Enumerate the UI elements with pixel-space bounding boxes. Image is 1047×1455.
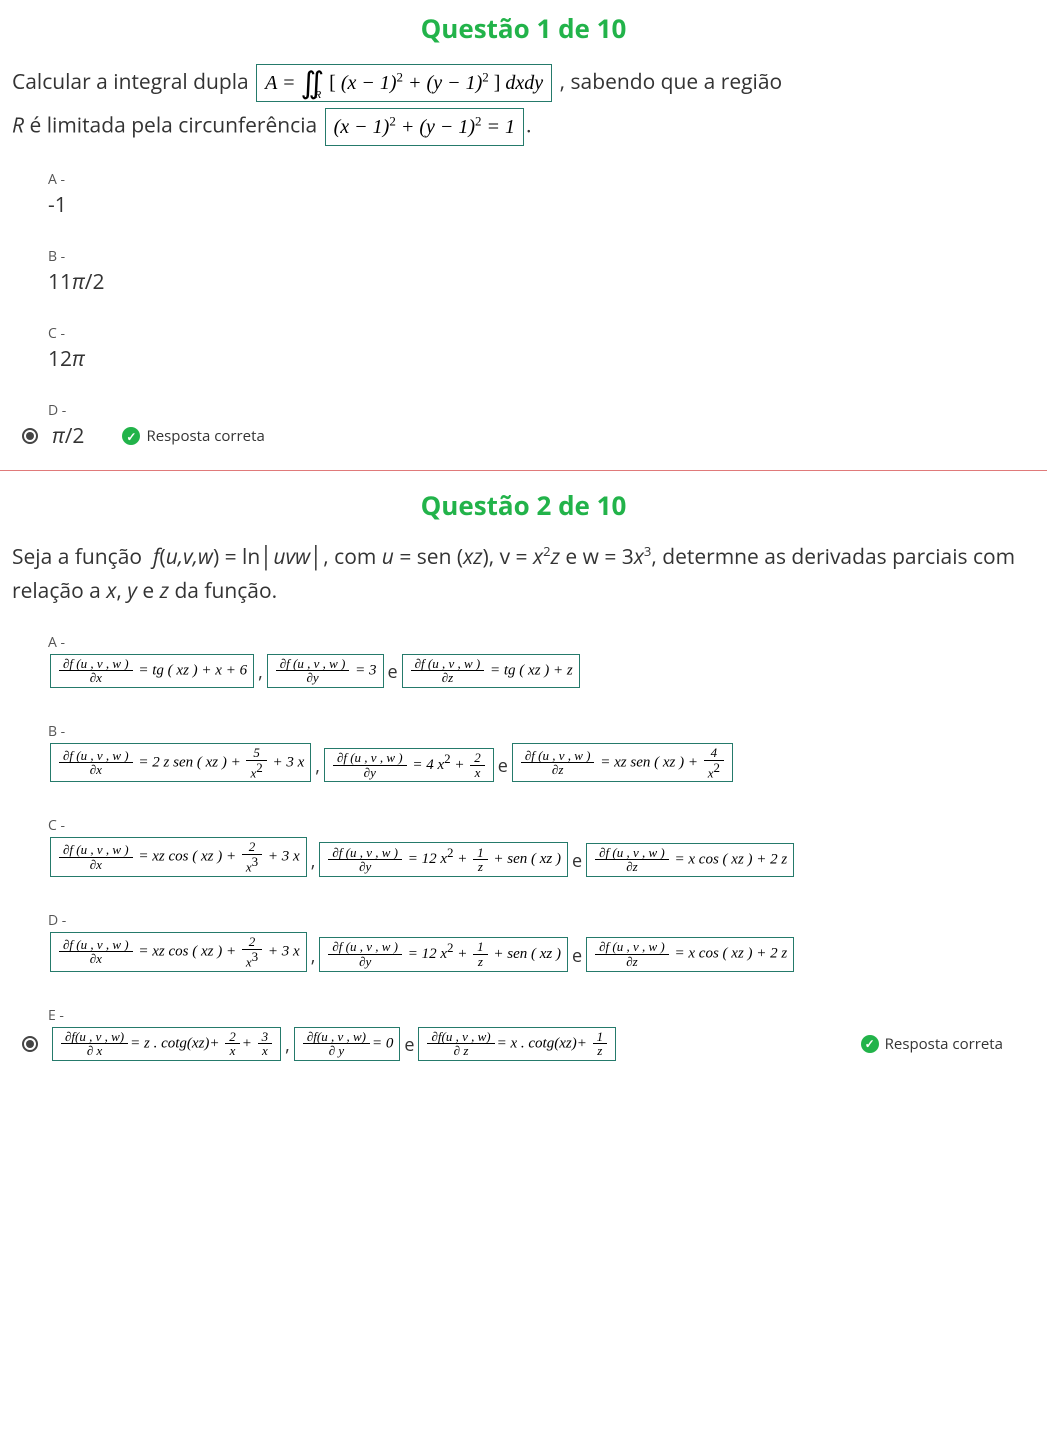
joiner-comma: , xyxy=(283,1033,292,1061)
option-letter: B - xyxy=(48,247,1013,266)
option-letter: E - xyxy=(48,1006,1013,1025)
joiner-comma: , xyxy=(313,754,322,782)
q1-options: A - -1 B - 11π/2 C - 12π D - π/2 ✓ Respo… xyxy=(0,160,1047,466)
q1-integral-box: A = ∬R [ (x − 1)2 + (y − 1)2 ] dxdy xyxy=(256,64,552,102)
eq-box: ∂f (u , v , w )∂x = xz cos ( xz ) + 2x3 … xyxy=(50,932,307,972)
q1-option-A[interactable]: A - -1 xyxy=(48,170,1013,219)
eq-box: ∂f (u , v , w )∂x = 2 z sen ( xz ) + 5x2… xyxy=(50,743,311,783)
eq-box: ∂f (u , v , w )∂y = 12 x2 + 1z + sen ( x… xyxy=(319,937,568,972)
joiner-e: e xyxy=(570,944,584,972)
question-separator xyxy=(0,470,1047,471)
option-letter: A - xyxy=(48,170,1013,189)
q2-option-C[interactable]: C - ∂f (u , v , w )∂x = xz cos ( xz ) + … xyxy=(48,816,1013,877)
question-1-title: Questão 1 de 10 xyxy=(0,0,1047,64)
radio-selected-icon[interactable] xyxy=(22,1036,38,1052)
eq-box: ∂f (u , v , w )∂y = 3 xyxy=(267,654,384,688)
correct-label: Resposta correta xyxy=(146,426,264,446)
check-icon: ✓ xyxy=(122,427,140,445)
q2-option-B[interactable]: B - ∂f (u , v , w )∂x = 2 z sen ( xz ) +… xyxy=(48,722,1013,783)
q1-prompt-pre: Calcular a integral dupla xyxy=(12,68,254,96)
eq-box: ∂f (u , v , w )∂y = 12 x2 + 1z + sen ( x… xyxy=(319,842,568,877)
option-value: π/2 xyxy=(52,422,84,450)
option-letter: B - xyxy=(48,722,1013,741)
eq-box: ∂f (u , v , w )∂z = x cos ( xz ) + 2 z xyxy=(586,937,794,971)
question-1-prompt: Calcular a integral dupla A = ∬R [ (x − … xyxy=(0,64,1047,160)
eq-box: ∂f (u , v , w )∂z = tg ( xz ) + z xyxy=(402,654,580,688)
option-letter: D - xyxy=(48,401,1013,420)
question-2-prompt: Seja a função f(u,v,w) = ln│uvw│, com u … xyxy=(0,541,1047,622)
check-icon: ✓ xyxy=(861,1035,879,1053)
joiner-comma: , xyxy=(256,660,265,688)
joiner-e: e xyxy=(570,849,584,877)
option-letter: C - xyxy=(48,324,1013,343)
question-2-title: Questão 2 de 10 xyxy=(0,477,1047,541)
eq-box: ∂f (u , v , w )∂z = xz sen ( xz ) + 4x2 xyxy=(512,743,733,783)
eq-box: ∂f(u , v , w)∂ z= x . cotg(xz)+ 1z xyxy=(418,1027,616,1061)
q1-prompt-post: , sabendo que a região xyxy=(560,68,783,96)
q2-option-A[interactable]: A - ∂f (u , v , w )∂x = tg ( xz ) + x + … xyxy=(48,633,1013,688)
q1-line2-post: . xyxy=(526,112,532,140)
correct-answer-badge: ✓ Resposta correta xyxy=(122,426,264,446)
eq-box: ∂f (u , v , w )∂x = tg ( xz ) + x + 6 xyxy=(50,654,254,688)
option-value: 11π/2 xyxy=(48,268,1013,296)
q1-option-B[interactable]: B - 11π/2 xyxy=(48,247,1013,296)
eq-box: ∂f (u , v , w )∂z = x cos ( xz ) + 2 z xyxy=(586,843,794,877)
q2-options: A - ∂f (u , v , w )∂x = tg ( xz ) + x + … xyxy=(0,623,1047,1081)
q1-option-C[interactable]: C - 12π xyxy=(48,324,1013,373)
option-letter: D - xyxy=(48,911,1013,930)
joiner-comma: , xyxy=(309,944,318,972)
eq-box: ∂f(u , v , w)∂ y= 0 xyxy=(294,1027,401,1061)
joiner-e: e xyxy=(496,754,510,782)
q1-circle-box: (x − 1)2 + (y − 1)2 = 1 xyxy=(325,108,524,146)
joiner-e: e xyxy=(402,1033,416,1061)
q2-option-D[interactable]: D - ∂f (u , v , w )∂x = xz cos ( xz ) + … xyxy=(48,911,1013,972)
option-value: 12π xyxy=(48,345,1013,373)
option-letter: A - xyxy=(48,633,1013,652)
option-letter: C - xyxy=(48,816,1013,835)
correct-answer-badge: ✓ Resposta correta xyxy=(861,1034,1003,1054)
correct-label: Resposta correta xyxy=(885,1034,1003,1054)
option-value: -1 xyxy=(48,191,1013,219)
eq-box: ∂f(u , v , w)∂ x= z . cotg(xz)+ 2x+ 3x xyxy=(52,1027,281,1061)
radio-selected-icon[interactable] xyxy=(22,428,38,444)
eq-box: ∂f (u , v , w )∂x = xz cos ( xz ) + 2x3 … xyxy=(50,837,307,877)
joiner-comma: , xyxy=(309,849,318,877)
q1-option-D[interactable]: π/2 ✓ Resposta correta xyxy=(22,422,1013,450)
q2-option-E[interactable]: E - ∂f(u , v , w)∂ x= z . cotg(xz)+ 2x+ … xyxy=(48,1006,1013,1061)
joiner-e: e xyxy=(386,660,400,688)
eq-box: ∂f (u , v , w )∂y = 4 x2 + 2x xyxy=(324,748,494,783)
